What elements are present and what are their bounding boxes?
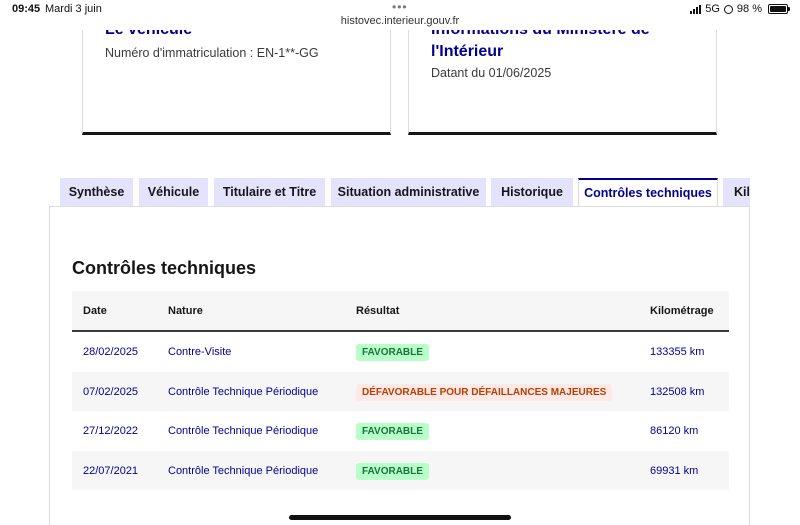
cell-date: 22/07/2021	[83, 464, 139, 477]
table-row: 27/12/2022 Contrôle Technique Périodique…	[72, 411, 729, 451]
tab-titulaire[interactable]: Titulaire et Titre	[214, 178, 325, 207]
ministry-card-title: Informations du Ministère de l'Intérieur	[431, 30, 650, 60]
status-indicators: 5G 98 %	[690, 3, 790, 15]
battery-label: 98 %	[736, 3, 762, 15]
status-time: 09:45	[12, 3, 41, 15]
more-dots-icon[interactable]: •••	[392, 0, 408, 14]
tab-synthese[interactable]: Synthèse	[60, 178, 133, 207]
tab-kilometrage[interactable]: Kilométrage	[723, 178, 750, 207]
table-row: 07/02/2025 Contrôle Technique Périodique…	[72, 371, 729, 411]
header-nature: Nature	[168, 305, 203, 317]
status-badge: DÉFAVORABLE POUR DÉFAILLANCES MAJEURES	[356, 383, 613, 401]
ministry-card: Informations du Ministère de l'Intérieur…	[408, 30, 717, 135]
tab-vehicule[interactable]: Véhicule	[139, 178, 208, 207]
status-badge: FAVORABLE	[356, 462, 429, 480]
network-label: 5G	[705, 3, 720, 15]
panel-title: Contrôles techniques	[72, 258, 257, 278]
cell-nature: Contre-Visite	[168, 346, 232, 358]
orientation-lock-icon	[723, 4, 733, 14]
cell-date: 07/02/2025	[83, 385, 139, 398]
status-date: Mardi 3 juin	[45, 3, 102, 15]
header-mileage: Kilométrage	[650, 305, 714, 317]
address-bar-url[interactable]: histovec.interieur.gouv.fr	[0, 15, 800, 27]
data-date: Datant du 01/06/2025	[431, 66, 552, 80]
status-badge: FAVORABLE	[356, 423, 429, 440]
header-result: Résultat	[356, 305, 400, 317]
status-bar: 09:45 Mardi 3 juin ••• histovec.interieu…	[0, 0, 800, 30]
cell-nature: Contrôle Technique Périodique	[168, 464, 319, 477]
tab-controles-techniques[interactable]: Contrôles techniques	[578, 178, 718, 207]
cell-date: 28/02/2025	[83, 346, 139, 358]
tab-situation-administrative[interactable]: Situation administrative	[331, 178, 486, 207]
cell-mileage: 86120 km	[650, 425, 699, 437]
cell-mileage: 133355 km	[650, 346, 705, 358]
battery-icon	[768, 4, 790, 14]
table-row: 28/02/2025 Contre-Visite FAVORABLE 13335…	[72, 332, 729, 372]
home-indicator[interactable]	[289, 515, 511, 520]
table-row: 22/07/2021 Contrôle Technique Périodique…	[72, 450, 729, 490]
table-header: Date Nature Résultat Kilométrage	[72, 291, 729, 332]
registration-number: Numéro d'immatriculation : EN-1**-GG	[105, 46, 319, 60]
cell-mileage: 132508 km	[650, 385, 705, 398]
tab-historique[interactable]: Historique	[491, 178, 573, 207]
tab-panel: Contrôles techniques Date Nature Résulta…	[49, 206, 750, 525]
signal-icon	[690, 4, 702, 14]
status-badge: FAVORABLE	[356, 344, 429, 361]
vehicle-card: Le véhicule Numéro d'immatriculation : E…	[82, 30, 391, 135]
cell-nature: Contrôle Technique Périodique	[168, 425, 319, 437]
cell-nature: Contrôle Technique Périodique	[168, 385, 319, 398]
vehicle-card-title: Le véhicule	[105, 30, 192, 41]
tab-list: Synthèse Véhicule Titulaire et Titre Sit…	[60, 178, 750, 207]
cell-date: 27/12/2022	[83, 425, 139, 437]
cell-mileage: 69931 km	[650, 464, 699, 477]
controles-table: Date Nature Résultat Kilométrage 28/02/2…	[72, 291, 729, 490]
header-date: Date	[83, 305, 107, 317]
